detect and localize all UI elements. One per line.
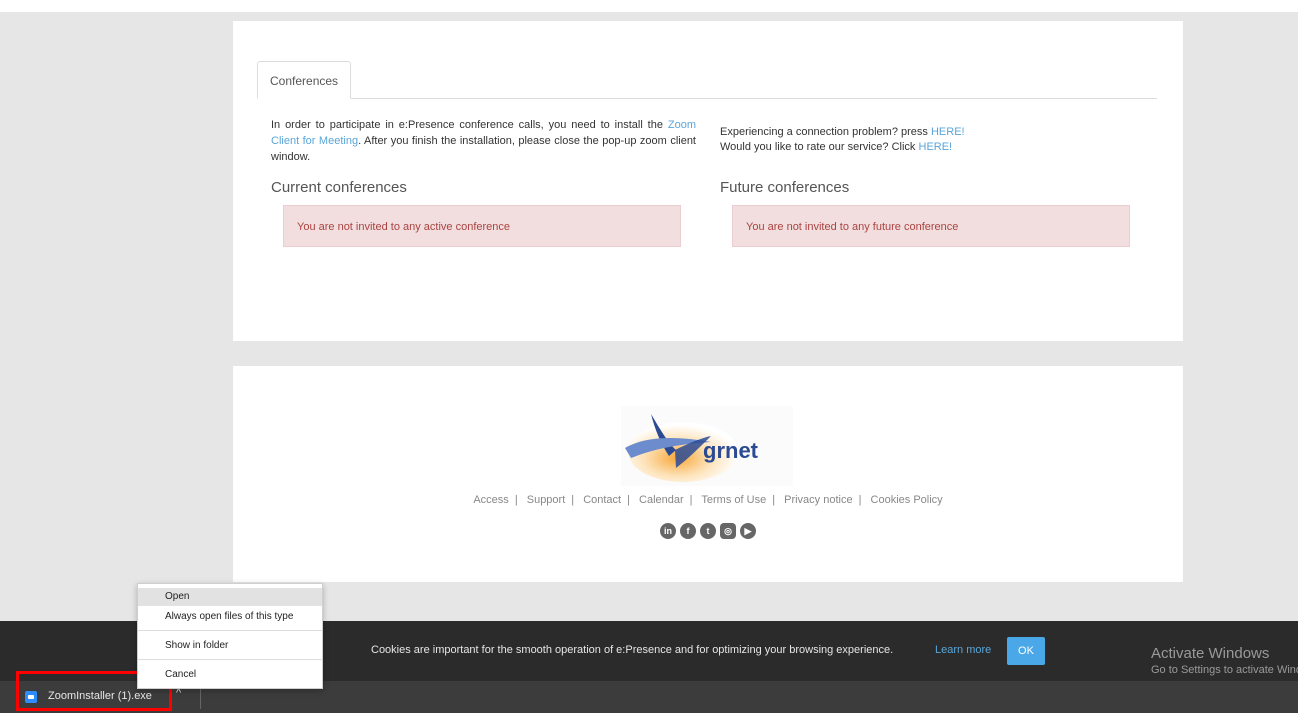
rate-service-link[interactable]: HERE! bbox=[919, 141, 953, 153]
cookie-ok-button[interactable]: OK bbox=[1007, 637, 1045, 665]
connection-problem-link[interactable]: HERE! bbox=[931, 126, 965, 138]
top-strip bbox=[0, 0, 1298, 12]
rate-service-text: Would you like to rate our service? Clic… bbox=[720, 141, 919, 153]
menu-item-cancel[interactable]: Cancel bbox=[138, 666, 322, 684]
tab-bar: Conferences bbox=[257, 61, 1157, 99]
future-conferences-alert: You are not invited to any future confer… bbox=[732, 205, 1130, 247]
footer-link-terms[interactable]: Terms of Use bbox=[701, 494, 766, 506]
facebook-icon[interactable]: f bbox=[680, 523, 696, 539]
menu-item-show-in-folder[interactable]: Show in folder bbox=[138, 637, 322, 655]
social-icons: in f t ◎ ▶ bbox=[653, 523, 763, 539]
footer-link-privacy[interactable]: Privacy notice bbox=[784, 494, 852, 506]
install-instructions: In order to participate in e:Presence co… bbox=[271, 117, 696, 165]
menu-separator bbox=[138, 659, 322, 660]
intro-text-before: In order to participate in e:Presence co… bbox=[271, 119, 668, 131]
footer-link-support[interactable]: Support bbox=[527, 494, 566, 506]
help-box: Experiencing a connection problem? press… bbox=[720, 125, 1140, 155]
cookie-text: Cookies are important for the smooth ope… bbox=[371, 644, 894, 656]
tab-conferences[interactable]: Conferences bbox=[257, 61, 352, 99]
footer-card: grnet Access | Support | Contact | Calendar… bbox=[233, 366, 1183, 582]
activate-windows-title: Activate Windows bbox=[1151, 645, 1270, 662]
current-conferences-title: Current conferences bbox=[271, 179, 407, 196]
menu-item-always-open[interactable]: Always open files of this type bbox=[138, 608, 322, 626]
youtube-icon[interactable]: ▶ bbox=[740, 523, 756, 539]
twitter-icon[interactable]: t bbox=[700, 523, 716, 539]
footer-link-cookies[interactable]: Cookies Policy bbox=[871, 494, 943, 506]
instagram-icon[interactable]: ◎ bbox=[720, 523, 736, 539]
menu-item-open[interactable]: Open bbox=[138, 588, 322, 606]
grnet-logo: grnet bbox=[621, 406, 793, 486]
learn-more-link[interactable]: Learn more bbox=[935, 644, 991, 656]
activate-windows-watermark: Activate Windows Go to Settings to activ… bbox=[1151, 645, 1298, 676]
footer-link-access[interactable]: Access bbox=[473, 494, 508, 506]
conferences-card: Conferences In order to participate in e… bbox=[233, 21, 1183, 341]
future-conferences-title: Future conferences bbox=[720, 179, 850, 196]
linkedin-icon[interactable]: in bbox=[660, 523, 676, 539]
download-context-menu: Open Always open files of this type Show… bbox=[137, 583, 323, 689]
activate-windows-subtitle: Go to Settings to activate Windows. bbox=[1151, 664, 1298, 676]
current-conferences-alert: You are not invited to any active confer… bbox=[283, 205, 681, 247]
menu-separator bbox=[138, 630, 322, 631]
footer-link-calendar[interactable]: Calendar bbox=[639, 494, 684, 506]
footer-links: Access | Support | Contact | Calendar | Term… bbox=[473, 494, 943, 506]
connection-problem-text: Experiencing a connection problem? press bbox=[720, 126, 931, 138]
logo-text: grnet bbox=[703, 438, 759, 463]
footer-link-contact[interactable]: Contact bbox=[583, 494, 621, 506]
